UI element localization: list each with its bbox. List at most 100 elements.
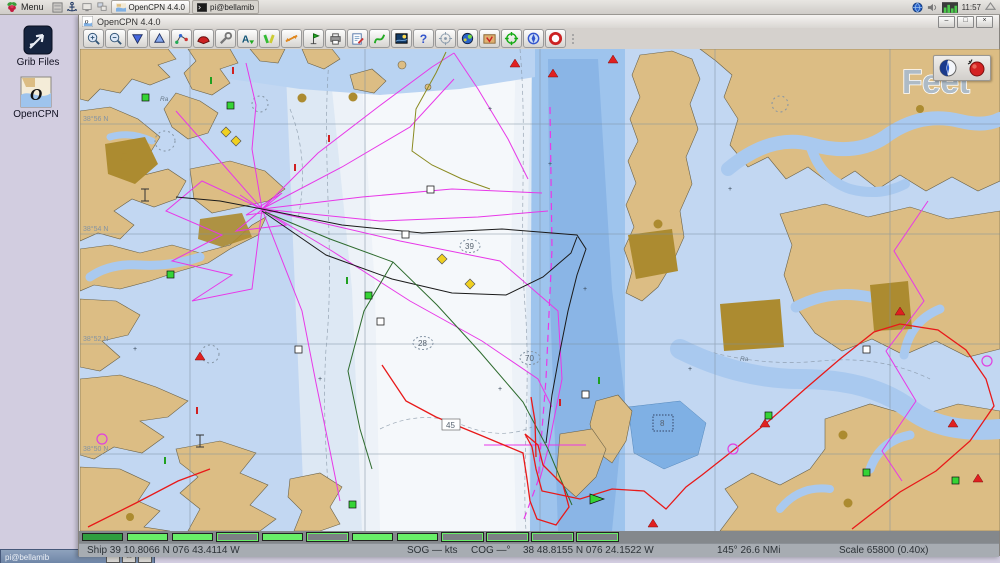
nautical-chart: 38°56 N 38°54 N 38°52 N 38°50 N: [80, 49, 1000, 531]
chartbar-cell[interactable]: [307, 533, 348, 541]
chartbar-cell[interactable]: [487, 533, 528, 541]
man-overboard-button[interactable]: [545, 29, 566, 48]
svg-text:+: +: [488, 106, 492, 113]
enc-text-button[interactable]: A: [237, 29, 258, 48]
screen: Menu: [0, 0, 1000, 563]
auto-follow-button[interactable]: [193, 29, 214, 48]
scale-readout: Scale 65800 (0.40x): [839, 545, 929, 556]
desktop-icon-label: OpenCPN: [4, 109, 68, 120]
svg-text:+: +: [498, 386, 502, 393]
chartbar-cell[interactable]: [82, 533, 123, 541]
opencpn-launcher[interactable]: [66, 1, 79, 13]
window-icon: o: [82, 16, 93, 27]
window-titlebar[interactable]: o OpenCPN 4.4.0 – □ ×: [79, 15, 999, 29]
compass-gps-widget[interactable]: [933, 55, 991, 81]
print-button[interactable]: [325, 29, 346, 48]
scale-down-button[interactable]: [127, 29, 148, 48]
chartbar-cell[interactable]: [262, 533, 303, 541]
desktop-icon: [82, 2, 92, 12]
chartbar-cell[interactable]: [577, 533, 618, 541]
tides-button[interactable]: [303, 29, 324, 48]
minimize-button[interactable]: –: [938, 16, 955, 28]
maximize-button[interactable]: □: [957, 16, 974, 28]
taskview-button[interactable]: [96, 1, 109, 13]
chart-bar: [79, 531, 999, 543]
close-button[interactable]: ×: [976, 16, 993, 28]
windows-icon: [97, 2, 107, 12]
route-manager-button[interactable]: [347, 29, 368, 48]
svg-text:o: o: [85, 16, 89, 25]
svg-text:+: +: [133, 346, 137, 353]
system-taskbar: Menu: [0, 0, 1000, 15]
chartbar-cell[interactable]: [127, 533, 168, 541]
svg-text:39: 39: [465, 242, 474, 251]
anchor-icon: [66, 1, 78, 14]
chart-canvas[interactable]: 38°56 N 38°54 N 38°52 N 38°50 N: [80, 49, 1000, 531]
svg-text:+: +: [728, 186, 732, 193]
grib-files-icon: [22, 24, 54, 56]
raspberry-icon: [6, 1, 18, 13]
compass-icon: [938, 58, 958, 78]
svg-text:28: 28: [418, 339, 427, 348]
chartbar-cell[interactable]: [217, 533, 258, 541]
chart-display-toggle-button[interactable]: [391, 29, 412, 48]
menu-button[interactable]: Menu: [0, 0, 50, 14]
svg-text:8: 8: [660, 419, 665, 428]
tracks-button[interactable]: [369, 29, 390, 48]
volume-icon[interactable]: [927, 2, 938, 13]
svg-text:38°56 N: 38°56 N: [83, 115, 108, 123]
zoom-out-button[interactable]: [105, 29, 126, 48]
toolbar-grip[interactable]: [569, 29, 577, 48]
window-title: OpenCPN 4.4.0: [97, 17, 161, 27]
svg-text:38°54 N: 38°54 N: [83, 225, 108, 233]
taskbar-window-opencpn[interactable]: OpenCPN 4.4.0: [111, 0, 190, 14]
gps-position-button[interactable]: [501, 29, 522, 48]
chartbar-cell[interactable]: [442, 533, 483, 541]
north-up-button[interactable]: [523, 29, 544, 48]
measure-button[interactable]: [281, 29, 302, 48]
svg-text:O: O: [30, 85, 42, 104]
opencpn-window: o OpenCPN 4.4.0 – □ ×: [78, 14, 1000, 556]
desktop-icon-opencpn[interactable]: O OpenCPN: [4, 76, 68, 120]
marks-button[interactable]: [259, 29, 280, 48]
status-bar: Ship 39 10.8066 N 076 43.4114 W SOG — kt…: [79, 543, 999, 557]
desktop-icon-label: Grib Files: [6, 57, 70, 68]
chartbar-cell[interactable]: [532, 533, 573, 541]
svg-text:+: +: [688, 366, 692, 373]
zoom-in-button[interactable]: [83, 29, 104, 48]
ship-position: Ship 39 10.8066 N 076 43.4114 W: [87, 545, 240, 556]
chart-downloader-button[interactable]: [479, 29, 500, 48]
network-globe-icon[interactable]: [912, 2, 923, 13]
cog-readout: COG —°: [471, 545, 511, 556]
create-route-button[interactable]: [171, 29, 192, 48]
svg-text:45: 45: [446, 421, 455, 430]
sog-readout: SOG — kts: [407, 545, 458, 556]
help-button[interactable]: ?: [413, 29, 434, 48]
file-manager-launcher[interactable]: [51, 1, 64, 13]
show-desktop-button[interactable]: [81, 1, 94, 13]
svg-text:Ra: Ra: [160, 96, 169, 103]
taskbar-window-label: OpenCPN 4.4.0: [129, 3, 185, 12]
cpu-monitor-icon[interactable]: [942, 2, 958, 13]
chartbar-cell[interactable]: [352, 533, 393, 541]
desktop-icon-grib-files[interactable]: Grib Files: [6, 24, 70, 68]
chartbar-cell[interactable]: [397, 533, 438, 541]
eject-icon[interactable]: [985, 2, 996, 12]
grib-button[interactable]: [457, 29, 478, 48]
svg-text:38°52 N: 38°52 N: [83, 335, 108, 343]
scale-up-button[interactable]: [149, 29, 170, 48]
svg-text:+: +: [583, 286, 587, 293]
taskbar-window-terminal[interactable]: pi@bellamib: [192, 0, 259, 14]
opencpn-window-icon: [116, 3, 126, 12]
svg-text:38°50 N: 38°50 N: [83, 445, 108, 453]
bearing-distance: 145° 26.6 NMi: [717, 545, 780, 556]
toolbar: A ?: [79, 28, 999, 49]
gps-status-icon: [965, 58, 987, 78]
chartbar-cell[interactable]: [172, 533, 213, 541]
cursor-position: 38 48.8155 N 076 24.1522 W: [523, 545, 654, 556]
svg-text:70: 70: [525, 354, 534, 363]
ais-targets-button[interactable]: [435, 29, 456, 48]
svg-text:+: +: [318, 376, 322, 383]
options-button[interactable]: [215, 29, 236, 48]
system-tray: 11:57: [912, 2, 1000, 13]
